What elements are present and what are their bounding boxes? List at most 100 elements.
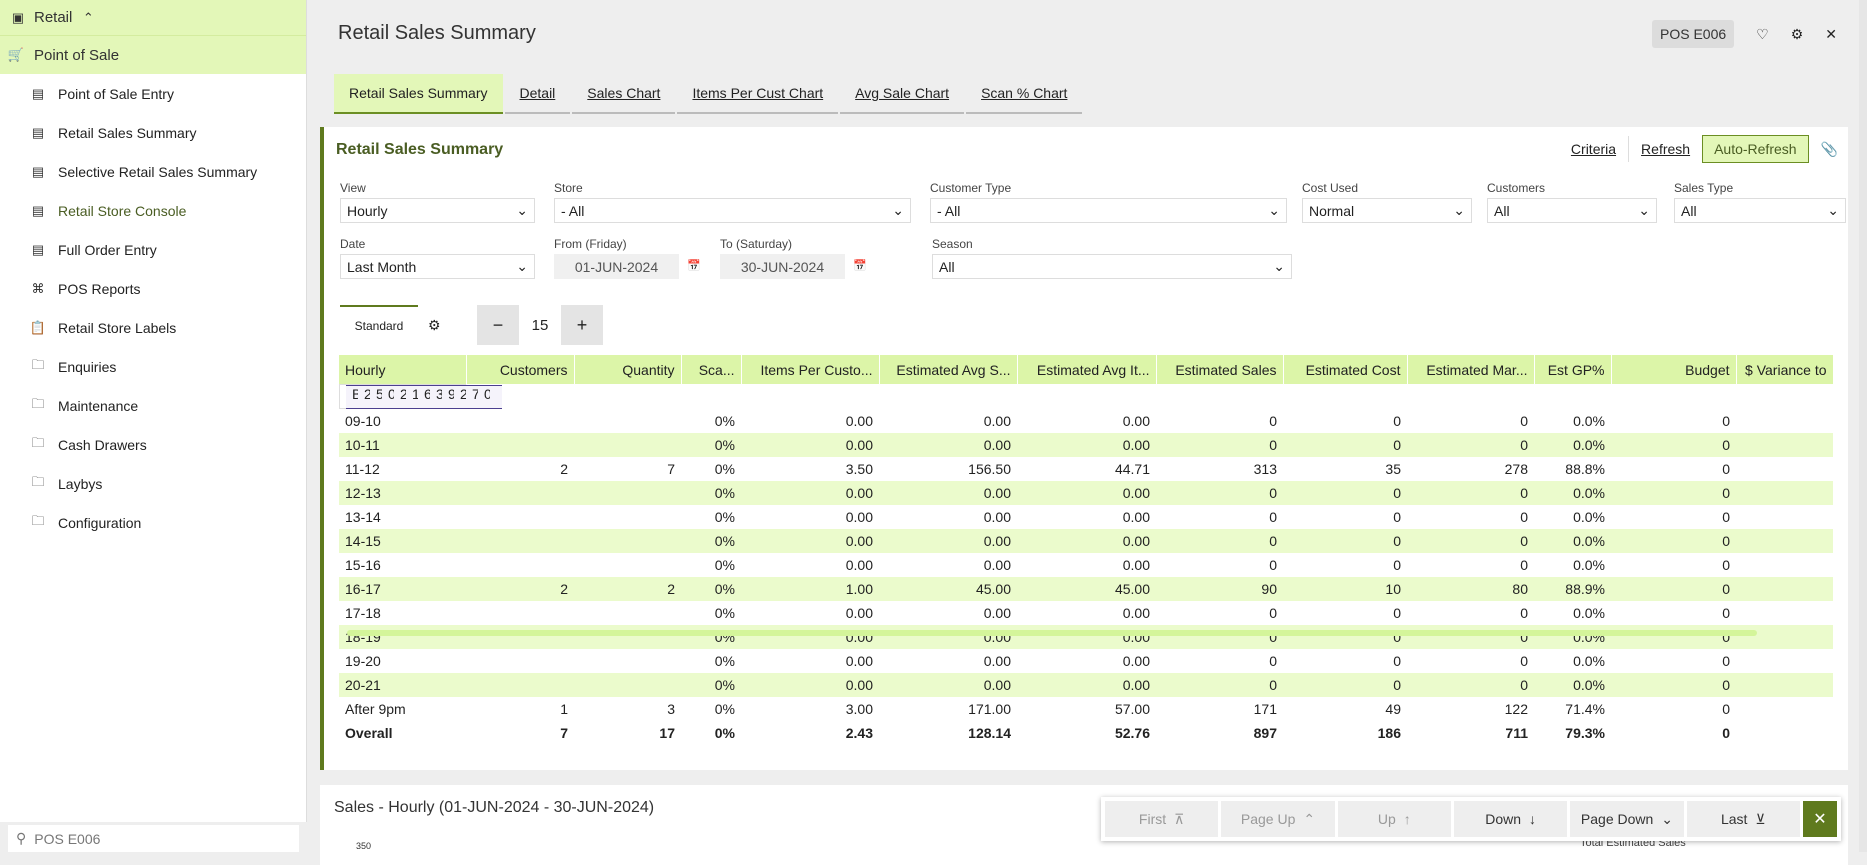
decrement-button[interactable]: − (477, 305, 519, 345)
criteria-button[interactable]: Criteria (1571, 141, 1616, 157)
table-cell (574, 409, 681, 433)
sidebar-item[interactable]: 🗀 Enquiries (0, 347, 306, 386)
table-row[interactable]: 12-13 0% 0.00 0.00 0.00 0 0 0 0.0% 0 (339, 481, 1833, 505)
column-header[interactable]: Budget (1611, 355, 1737, 384)
horizontal-scrollbar[interactable] (347, 630, 1757, 636)
chevron-down-icon: ⌄ (1827, 202, 1839, 218)
table-row[interactable]: After 9pm 1 3 0% 3.00 171.00 57.00 171 49 122 71.4… (339, 697, 1833, 721)
table-row[interactable]: 17-18 0% 0.00 0.00 0.00 0 0 0 0.0% 0 (339, 601, 1833, 625)
column-header[interactable]: Estimated Sales (1156, 355, 1284, 384)
column-header[interactable]: Customers (466, 355, 575, 384)
tab[interactable]: Retail Sales Summary (334, 74, 503, 114)
sidebar-item[interactable]: ▤ Full Order Entry (0, 230, 306, 269)
page-size-value[interactable]: 15 (519, 305, 561, 345)
settings-gear-icon[interactable]: ⚙ (1791, 26, 1804, 43)
refresh-button[interactable]: Refresh (1641, 141, 1690, 157)
table-row[interactable]: 18-19 0% 0.00 0.00 0.00 0 0 0 0.0% 0 (339, 625, 1833, 649)
column-header[interactable]: Sca... (681, 355, 742, 384)
table-cell: 0 (1156, 433, 1283, 457)
table-cell: 0 (1393, 653, 1401, 669)
column-header[interactable]: $ Variance to (1736, 355, 1834, 384)
tab[interactable]: Sales Chart (572, 74, 676, 114)
column-header[interactable]: Estimated Avg S... (879, 355, 1018, 384)
table-row[interactable]: 19-20 0% 0.00 0.00 0.00 0 0 0 0.0% 0 (339, 649, 1833, 673)
table-row[interactable]: 10-11 0% 0.00 0.00 0.00 0 0 0 0.0% 0 (339, 433, 1833, 457)
sidebar-item-label: Maintenance (58, 397, 139, 414)
calendar-icon[interactable]: 📅 (853, 259, 867, 272)
view-select[interactable]: Hourly ⌄ (340, 198, 535, 223)
table-cell: 2 (560, 461, 568, 477)
layout-tab-standard[interactable]: Standard (340, 305, 418, 345)
tab[interactable]: Scan % Chart (966, 74, 1083, 114)
auto-refresh-button[interactable]: Auto-Refresh (1702, 135, 1809, 163)
table-row[interactable]: 14-15 0% 0.00 0.00 0.00 0 0 0 0.0% 0 (339, 529, 1833, 553)
customer-type-select[interactable]: - All ⌄ (930, 198, 1287, 223)
table-cell (466, 505, 574, 529)
column-header[interactable]: Items Per Custo... (741, 355, 880, 384)
sidebar-item[interactable]: 🗀 Cash Drawers (0, 425, 306, 464)
sidebar-section-point-of-sale[interactable]: 🛒 Point of Sale (0, 36, 306, 74)
season-select[interactable]: All ⌄ (932, 254, 1292, 279)
favorite-heart-icon[interactable]: ♡ (1756, 26, 1769, 43)
sidebar-item[interactable]: ▤ Retail Sales Summary (0, 113, 306, 152)
column-header[interactable]: Estimated Cost (1283, 355, 1408, 384)
tab[interactable]: Avg Sale Chart (840, 74, 965, 114)
table-row[interactable]: Before 9am250%2.50161.5064.603239223171.… (339, 384, 502, 409)
date-select[interactable]: Last Month ⌄ (340, 254, 535, 279)
table-row[interactable]: 15-16 0% 0.00 0.00 0.00 0 0 0 0.0% 0 (339, 553, 1833, 577)
column-header[interactable]: Est GP% (1534, 355, 1612, 384)
close-icon[interactable]: ✕ (1825, 26, 1837, 43)
increment-button[interactable]: + (561, 305, 603, 345)
paperclip-icon[interactable]: 📎 (1821, 141, 1838, 158)
sidebar-module-retail[interactable]: ▣ Retail ⌃ (0, 0, 306, 36)
table-cell: 10 (1283, 577, 1407, 601)
to-select[interactable]: 30-JUN-2024 (720, 254, 845, 279)
store-badge[interactable]: POS E006 (1651, 20, 1735, 48)
tab[interactable]: Items Per Cust Chart (677, 74, 839, 114)
table-row[interactable]: 09-10 0% 0.00 0.00 0.00 0 0 0 0.0% 0 (339, 409, 1833, 433)
tab[interactable]: Detail (504, 74, 571, 114)
to-field: To (Saturday) 30-JUN-2024 📅 (720, 237, 867, 279)
up-button[interactable]: Up ↑ (1337, 801, 1451, 837)
column-header[interactable]: Quantity (574, 355, 682, 384)
table-cell: 0.00 (741, 481, 879, 505)
last-button[interactable]: Last ⊻ (1686, 801, 1800, 837)
sidebar-item[interactable]: ⌘ POS Reports (0, 269, 306, 308)
table-cell: 0.00 (845, 557, 873, 573)
table-row[interactable]: 20-21 0% 0.00 0.00 0.00 0 0 0 0.0% 0 (339, 673, 1833, 697)
page-down-button[interactable]: Page Down ⌄ (1570, 801, 1684, 837)
sales-type-select[interactable]: All ⌄ (1674, 198, 1846, 223)
column-header[interactable]: Estimated Mar... (1407, 355, 1535, 384)
sidebar-item[interactable]: 🗀 Configuration (0, 503, 306, 542)
table-row[interactable]: 16-17 2 2 0% 1.00 45.00 45.00 90 10 80 88.9% 0 (339, 577, 1833, 601)
sidebar-item[interactable]: ▤ Retail Store Console (0, 191, 306, 230)
page-up-button[interactable]: Page Up ⌃ (1221, 801, 1335, 837)
table-row[interactable]: Overall 7 17 0% 2.43 128.14 52.76 897 186 711 79.3… (339, 721, 1833, 745)
table-cell: 0% (681, 481, 741, 505)
vertical-scrollbar[interactable] (1859, 0, 1867, 852)
sidebar-item[interactable]: ▤ Selective Retail Sales Summary (0, 152, 306, 191)
column-header[interactable]: Hourly (339, 355, 467, 384)
search-input[interactable]: ⚲ POS E006 (8, 825, 299, 852)
table-row[interactable]: 11-12 2 7 0% 3.50 156.50 44.71 313 35 278 88.8% 0 (339, 457, 1833, 481)
cost-used-select[interactable]: Normal ⌄ (1302, 198, 1472, 223)
column-header[interactable]: Estimated Avg It... (1017, 355, 1157, 384)
store-select[interactable]: - All ⌄ (554, 198, 911, 223)
sales-summary-table: Hourly Customers Quantity Sca... Items Per C… (339, 355, 1834, 745)
table-row[interactable]: 13-14 0% 0.00 0.00 0.00 0 0 0 0.0% 0 (339, 505, 1833, 529)
calendar-icon[interactable]: 📅 (687, 259, 701, 272)
field-label: Customer Type (930, 181, 1012, 195)
sidebar-item[interactable]: 🗀 Maintenance (0, 386, 306, 425)
table-cell: 0.0% (1573, 413, 1605, 429)
from-select[interactable]: 01-JUN-2024 (554, 254, 679, 279)
table-cell: 20-21 (339, 673, 466, 697)
sidebar-item[interactable]: 📋 Retail Store Labels (0, 308, 306, 347)
sidebar-item[interactable]: ▤ Point of Sale Entry (0, 74, 306, 113)
customers-select[interactable]: All ⌄ (1487, 198, 1657, 223)
layout-gear-icon[interactable]: ⚙ (428, 317, 441, 334)
table-cell: 0% (714, 509, 735, 525)
first-button[interactable]: First ⊼ (1105, 801, 1219, 837)
close-nav-button[interactable]: ✕ (1802, 801, 1837, 837)
sidebar-item[interactable]: 🗀 Laybys (0, 464, 306, 503)
down-button[interactable]: Down ↓ (1453, 801, 1568, 837)
